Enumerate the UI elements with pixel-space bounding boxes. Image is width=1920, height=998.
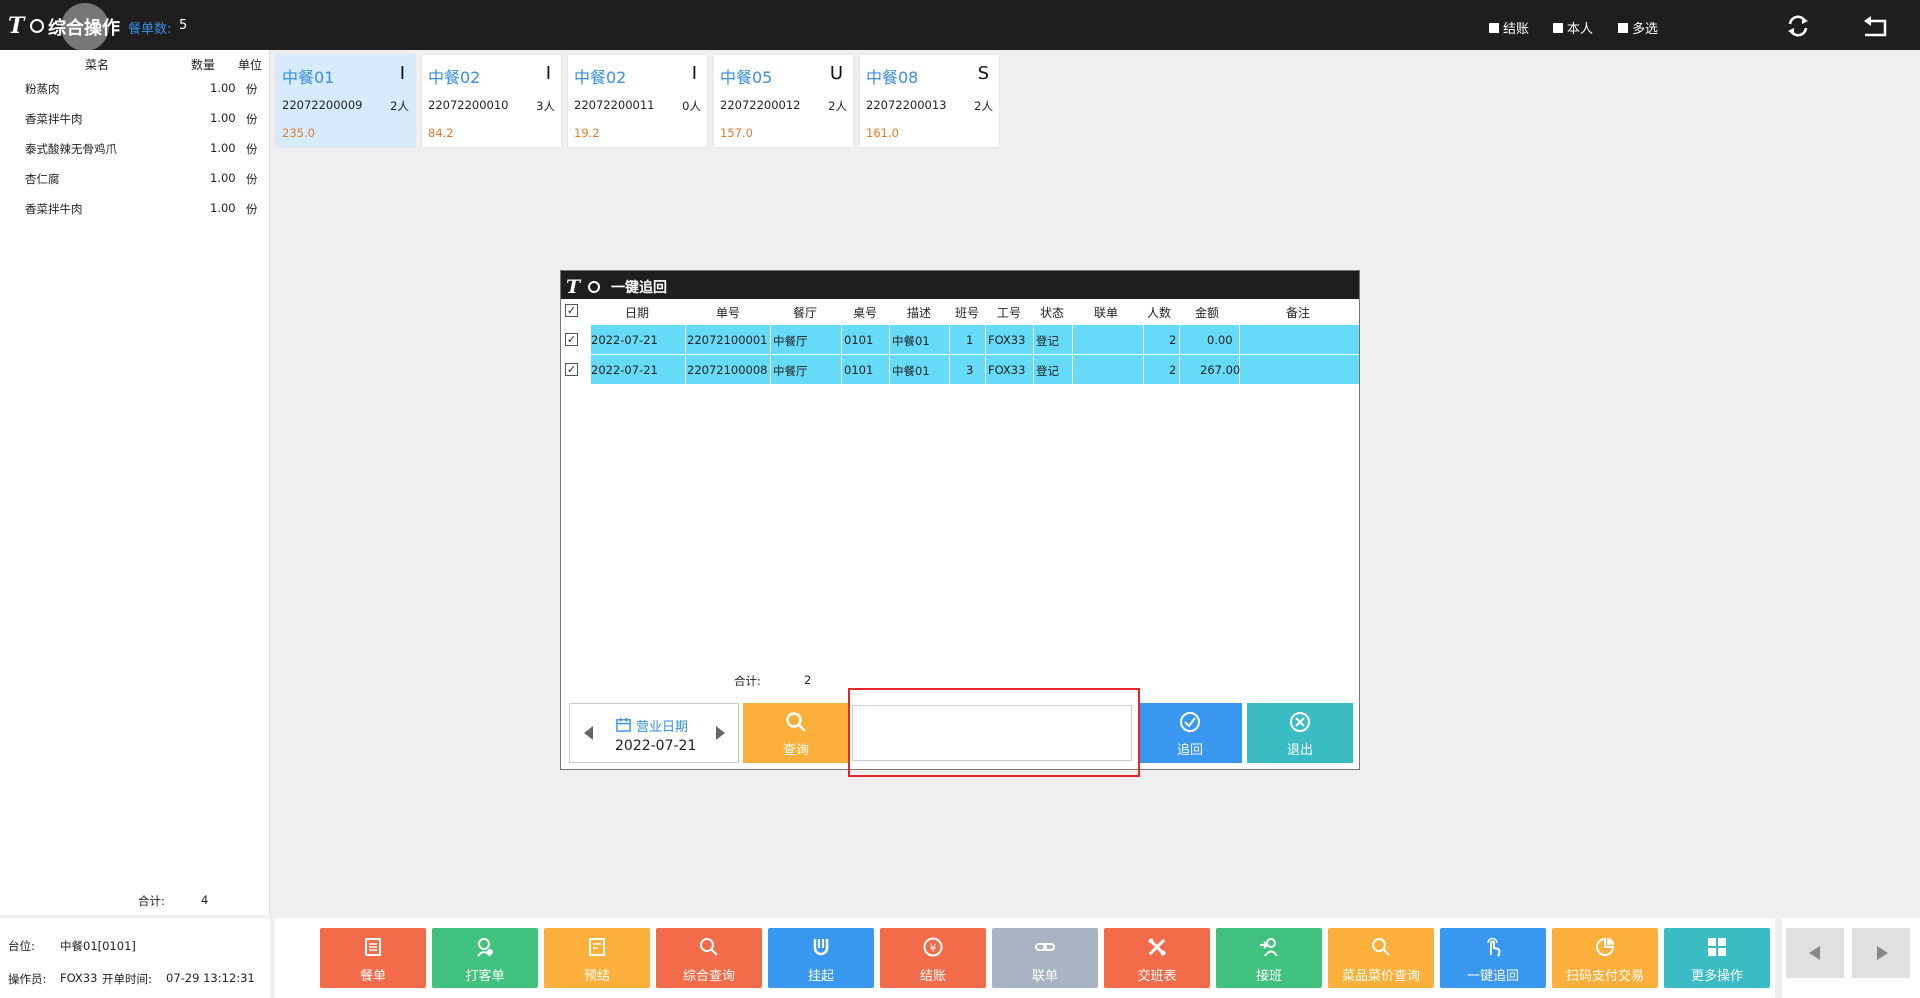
self-checkbox[interactable]: 本人 xyxy=(1553,18,1593,37)
toolbar-button-order[interactable]: 餐单 xyxy=(320,928,426,988)
row-checkbox[interactable]: ✓ xyxy=(565,333,578,346)
col-qty: 数量 xyxy=(191,58,216,72)
chevron-right-icon xyxy=(1877,946,1888,960)
app-logo-icon: T xyxy=(8,13,44,38)
recall-table-row[interactable]: ✓ 2022-07-21 22072100001 中餐厅 0101 中餐01 1… xyxy=(561,325,1359,355)
order-count-label: 餐单数: xyxy=(128,22,172,37)
order-items-panel: 菜名 数量 单位 粉蒸肉 1.00 份 香菜拌牛肉 1.00 份 泰式酸辣无骨鸡… xyxy=(0,50,270,915)
user-login-icon xyxy=(1260,938,1278,957)
app-logo-icon: T xyxy=(566,276,600,297)
toolbar-button-take-shift[interactable]: 接班 xyxy=(1216,928,1322,988)
table-card[interactable]: 中餐01 I 22072200009 2人 235.0 xyxy=(276,55,415,147)
refresh-icon[interactable] xyxy=(1783,11,1813,41)
order-count-value: 5 xyxy=(179,18,188,33)
return-icon[interactable] xyxy=(1861,11,1891,41)
order-item-row[interactable]: 泰式酸辣无骨鸡爪 1.00 份 xyxy=(0,135,270,165)
order-items-header: 菜名 数量 单位 xyxy=(0,56,270,74)
query-button[interactable]: 查询 xyxy=(743,703,849,763)
tools-icon xyxy=(1148,938,1166,956)
app-title: 综合操作 xyxy=(48,18,120,39)
business-date-value[interactable]: 2022-07-21 xyxy=(615,738,696,754)
order-total-value: 4 xyxy=(201,893,209,907)
checkout-checkbox[interactable]: 结账 xyxy=(1489,18,1529,37)
toolbar-button-link-order[interactable]: 联单 xyxy=(992,928,1098,988)
table-card[interactable]: 中餐02 I 22072200011 0人 19.2 xyxy=(568,55,707,147)
note-icon xyxy=(589,938,605,956)
recall-table-row[interactable]: ✓ 2022-07-21 22072100008 中餐厅 0101 中餐01 3… xyxy=(561,355,1359,385)
next-date-button[interactable] xyxy=(716,726,725,740)
pie-icon xyxy=(1596,937,1615,956)
order-item-row[interactable]: 杏仁腐 1.00 份 xyxy=(0,165,270,195)
order-item-row[interactable]: 香菜拌牛肉 1.00 份 xyxy=(0,195,270,225)
order-total-label: 合计: xyxy=(138,894,165,908)
toolbar-button-pre-settle[interactable]: 预结 xyxy=(544,928,650,988)
search-icon xyxy=(786,712,806,732)
print-user-icon xyxy=(477,938,493,957)
dialog-header: T 一键追回 xyxy=(561,271,1359,299)
table-card[interactable]: 中餐02 I 22072200010 3人 84.2 xyxy=(422,55,561,147)
open-time-label: 开单时间: xyxy=(102,972,152,986)
grid-icon xyxy=(1708,938,1726,956)
svg-text:¥: ¥ xyxy=(930,942,937,955)
operator-value: FOX33 xyxy=(60,971,98,985)
open-time-value: 07-29 13:12:31 xyxy=(166,971,255,985)
order-item-row[interactable]: 粉蒸肉 1.00 份 xyxy=(0,75,270,105)
order-item-row[interactable]: 香菜拌牛肉 1.00 份 xyxy=(0,105,270,135)
operator-label: 操作员: xyxy=(8,972,47,986)
exit-button[interactable]: 退出 xyxy=(1247,703,1353,763)
toolbar-button-more[interactable]: 更多操作 xyxy=(1664,928,1770,988)
business-date-picker: 营业日期 2022-07-21 xyxy=(569,703,739,763)
col-dish-name: 菜名 xyxy=(85,58,110,72)
chevron-left-icon xyxy=(1809,946,1820,960)
row-checkbox[interactable]: ✓ xyxy=(565,363,578,376)
link-icon xyxy=(1035,943,1055,951)
toolbar-button-checkout[interactable]: ¥ 结账 xyxy=(880,928,986,988)
search-icon xyxy=(1372,938,1390,956)
table-card[interactable]: 中餐08 S 22072200013 2人 161.0 xyxy=(860,55,999,147)
toolbar-pager xyxy=(1782,918,1920,998)
table-value: 中餐01[0101] xyxy=(60,939,136,953)
order-info-panel: 台位: 中餐01[0101] 操作员: FOX33 开单时间: 07-29 13… xyxy=(0,918,270,998)
table-card[interactable]: 中餐05 U 22072200012 2人 157.0 xyxy=(714,55,853,147)
select-all-checkbox[interactable]: ✓ xyxy=(565,304,578,317)
toolbar-button-print-guest[interactable]: 打客单 xyxy=(432,928,538,988)
prev-page-button[interactable] xyxy=(1786,928,1844,978)
table-label: 台位: xyxy=(8,939,35,953)
toolbar-button-suspend[interactable]: 挂起 xyxy=(768,928,874,988)
toolbar-button-shift-report[interactable]: 交班表 xyxy=(1104,928,1210,988)
svg-text:T: T xyxy=(566,276,582,297)
dialog-title: 一键追回 xyxy=(611,280,667,296)
touch-icon xyxy=(1487,937,1501,957)
recall-button[interactable]: 追回 xyxy=(1138,703,1242,763)
highlight-frame xyxy=(848,688,1140,777)
toolbar-button-scan-pay[interactable]: 扫码支付交易 xyxy=(1552,928,1658,988)
search-icon xyxy=(700,938,718,956)
business-date-label: 营业日期 xyxy=(636,720,689,735)
toolbar-button-dish-price-query[interactable]: 菜品菜价查询 xyxy=(1328,928,1434,988)
col-unit: 单位 xyxy=(238,58,263,72)
check-circle-icon xyxy=(1180,712,1200,732)
dialog-sum-value: 2 xyxy=(804,673,812,687)
calendar-icon xyxy=(616,717,631,732)
yen-icon: ¥ xyxy=(923,937,943,957)
recall-table-header: ✓ 日期 单号 餐厅 桌号 描述 班号 工号 状态 联单 人数 金额 备注 xyxy=(565,304,1311,320)
next-page-button[interactable] xyxy=(1852,928,1910,978)
svg-text:T: T xyxy=(8,13,26,38)
top-bar: T 综合操作 餐单数: 5 结账 本人 多选 xyxy=(0,0,1920,51)
multi-select-checkbox[interactable]: 多选 xyxy=(1618,18,1658,37)
toolbar-button-general-query[interactable]: 综合查询 xyxy=(656,928,762,988)
toolbar-button-one-click-recall[interactable]: 一键追回 xyxy=(1440,928,1546,988)
prev-date-button[interactable] xyxy=(584,726,593,740)
magnet-icon xyxy=(813,939,829,956)
list-icon xyxy=(365,938,381,956)
dialog-sum-label: 合计: xyxy=(734,674,761,688)
close-circle-icon xyxy=(1290,712,1310,732)
